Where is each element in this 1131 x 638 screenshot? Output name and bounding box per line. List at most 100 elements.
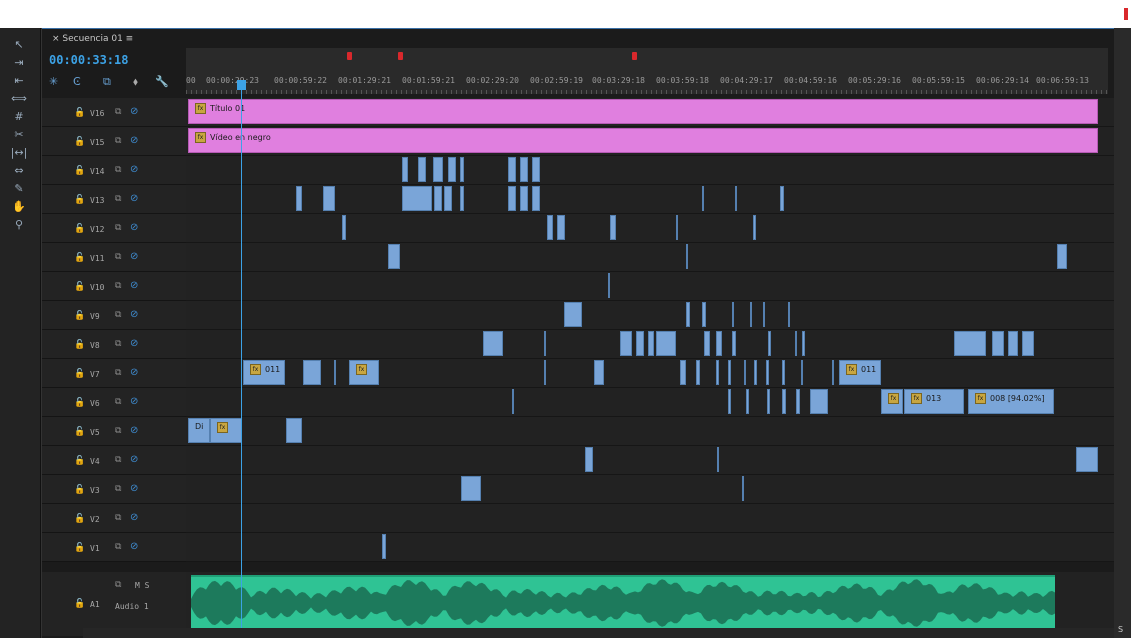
video-clip[interactable]	[636, 331, 644, 356]
video-clip[interactable]	[342, 215, 346, 240]
video-clip[interactable]	[483, 331, 503, 356]
playhead-line[interactable]	[241, 84, 242, 636]
razor-tool-icon[interactable]: ✂	[8, 128, 30, 142]
add-marker-icon[interactable]: ⬧	[133, 75, 138, 89]
sync-lock-icon[interactable]: ⧉	[115, 513, 121, 523]
video-clip[interactable]	[704, 331, 710, 356]
video-clip[interactable]	[702, 302, 706, 327]
video-clip[interactable]	[520, 186, 528, 211]
lock-icon[interactable]: 🔓	[74, 369, 85, 379]
lock-icon[interactable]: 🔓	[74, 224, 85, 234]
video-clip[interactable]	[1022, 331, 1034, 356]
video-clip[interactable]	[520, 157, 528, 182]
video-clip[interactable]	[448, 157, 456, 182]
video-clip[interactable]	[433, 157, 443, 182]
sync-lock-icon[interactable]: ⧉	[115, 165, 121, 175]
video-clip[interactable]: Di	[188, 418, 210, 443]
marker[interactable]	[632, 52, 637, 60]
lock-icon[interactable]: 🔓	[74, 514, 85, 524]
ripple-edit-tool-icon[interactable]: ⇤	[8, 74, 30, 88]
lock-icon[interactable]: 🔓	[74, 137, 85, 147]
video-clip[interactable]	[382, 534, 386, 559]
video-clip[interactable]: fx	[881, 389, 903, 414]
video-clip[interactable]	[444, 186, 452, 211]
toggle-output-icon[interactable]: ⊘	[130, 367, 138, 378]
sync-lock-icon[interactable]: ⧉	[115, 310, 121, 320]
lock-icon[interactable]: 🔓	[74, 599, 85, 609]
lock-icon[interactable]: 🔓	[74, 427, 85, 437]
video-clip[interactable]	[766, 360, 769, 385]
video-clip[interactable]	[323, 186, 335, 211]
video-clip[interactable]	[750, 302, 752, 327]
video-clip[interactable]	[512, 389, 514, 414]
video-clip[interactable]	[782, 360, 785, 385]
video-clip[interactable]: fx 011	[839, 360, 881, 385]
snap-icon[interactable]: Ͼ	[73, 75, 81, 89]
slide-tool-icon[interactable]: ⇔	[8, 164, 30, 178]
toggle-output-icon[interactable]: ⊘	[130, 425, 138, 436]
video-clip[interactable]	[296, 186, 302, 211]
video-clip[interactable]	[564, 302, 582, 327]
time-ruler[interactable]: 00 00:00:29:23 00:00:59:22 00:01:29:21 00:01…	[186, 48, 1108, 94]
video-clip[interactable]	[418, 157, 426, 182]
lock-icon[interactable]: 🔓	[74, 543, 85, 553]
video-clip[interactable]	[1008, 331, 1018, 356]
video-clip[interactable]	[754, 360, 757, 385]
video-clip[interactable]	[716, 331, 722, 356]
video-clip[interactable]	[742, 476, 744, 501]
playhead-timecode[interactable]: 00:00:33:18	[49, 53, 128, 67]
zoom-tool-icon[interactable]: ⚲	[8, 218, 30, 232]
lock-icon[interactable]: 🔓	[74, 282, 85, 292]
sync-lock-icon[interactable]: ⧉	[115, 455, 121, 465]
toggle-output-icon[interactable]: ⊘	[130, 280, 138, 291]
video-clip[interactable]	[402, 186, 432, 211]
lock-icon[interactable]: 🔓	[74, 485, 85, 495]
video-clip[interactable]	[832, 360, 834, 385]
vertical-scrollbar[interactable]: S	[1114, 28, 1131, 638]
video-clip[interactable]	[656, 331, 676, 356]
wrench-icon[interactable]: 🔧	[155, 75, 169, 89]
track-select-tool-icon[interactable]: ⇥	[8, 56, 30, 70]
video-clip[interactable]	[810, 389, 828, 414]
toggle-output-icon[interactable]: ⊘	[130, 106, 138, 117]
video-clip[interactable]	[461, 476, 481, 501]
sync-lock-icon[interactable]: ⧉	[115, 368, 121, 378]
toggle-output-icon[interactable]: ⊘	[130, 222, 138, 233]
video-clip[interactable]	[303, 360, 321, 385]
video-clip[interactable]	[388, 244, 400, 269]
video-clip[interactable]	[680, 360, 686, 385]
lock-icon[interactable]: 🔓	[74, 108, 85, 118]
video-clip[interactable]	[557, 215, 565, 240]
video-clip[interactable]	[1057, 244, 1067, 269]
video-clip[interactable]: fx 008 [94.02%]	[968, 389, 1054, 414]
marker[interactable]	[398, 52, 403, 60]
marker[interactable]	[347, 52, 352, 60]
video-clip[interactable]	[402, 157, 408, 182]
lock-icon[interactable]: 🔓	[74, 253, 85, 263]
video-clip[interactable]	[508, 186, 516, 211]
video-clip[interactable]	[544, 360, 546, 385]
sync-lock-icon[interactable]: ⧉	[115, 426, 121, 436]
video-clip[interactable]	[544, 331, 546, 356]
toggle-output-icon[interactable]: ⊘	[130, 309, 138, 320]
video-clip[interactable]	[686, 302, 690, 327]
video-clip[interactable]	[1076, 447, 1098, 472]
video-clip[interactable]	[735, 186, 737, 211]
pen-tool-icon[interactable]: ✎	[8, 182, 30, 196]
video-clip[interactable]: fx 011	[243, 360, 285, 385]
video-clip[interactable]	[610, 215, 616, 240]
video-clip[interactable]	[802, 331, 805, 356]
video-clip[interactable]	[801, 360, 803, 385]
video-clip[interactable]	[753, 215, 756, 240]
lock-icon[interactable]: 🔓	[74, 166, 85, 176]
video-clip[interactable]	[732, 302, 734, 327]
nest-icon[interactable]: ✳	[49, 75, 58, 89]
sync-lock-icon[interactable]: ⧉	[115, 397, 121, 407]
sync-lock-icon[interactable]: ⧉	[115, 223, 121, 233]
lock-icon[interactable]: 🔓	[74, 195, 85, 205]
video-clip[interactable]: fx 013	[904, 389, 964, 414]
video-clip[interactable]	[594, 360, 604, 385]
rate-stretch-tool-icon[interactable]: #	[8, 110, 30, 124]
sync-lock-icon[interactable]: ⧉	[115, 339, 121, 349]
video-clip[interactable]	[716, 360, 719, 385]
